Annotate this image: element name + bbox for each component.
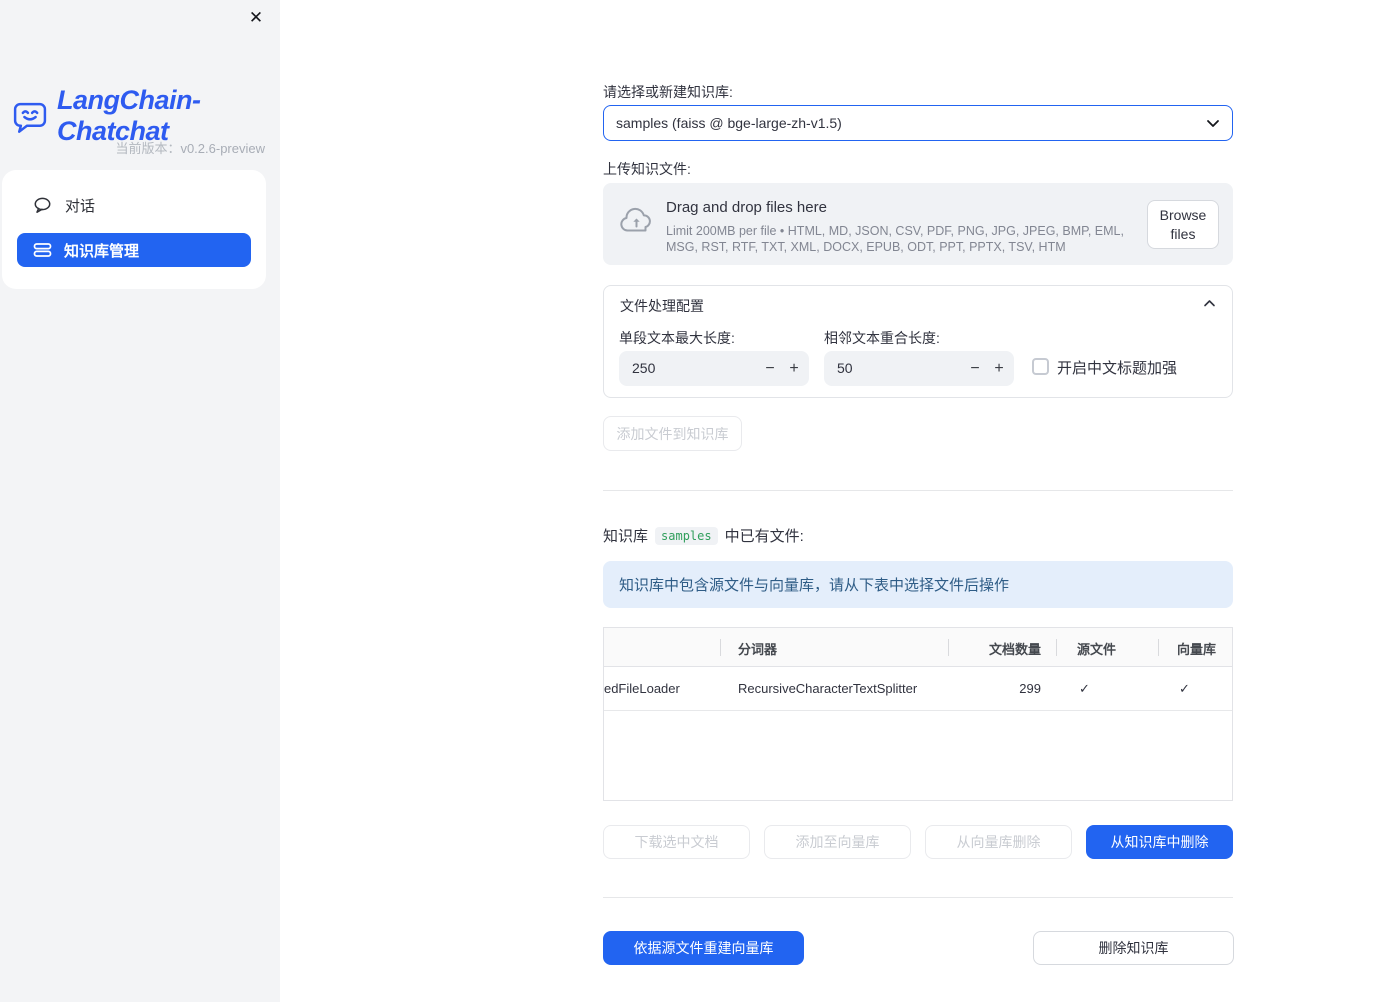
zh-title-enhance-label: 开启中文标题加强: [1057, 360, 1178, 377]
info-alert: 知识库中包含源文件与向量库，请从下表中选择文件后操作: [603, 561, 1233, 608]
kb-select-label: 请选择或新建知识库:: [603, 84, 733, 100]
kb-files-suffix: 中已有文件:: [724, 528, 804, 545]
sidebar-menu: 对话 知识库管理: [2, 170, 266, 289]
chunk-overlap-increment-button[interactable]: +: [986, 351, 1012, 386]
table-header-row: [604, 628, 1232, 667]
cloud-upload-icon: [618, 207, 655, 235]
version-label: 当前版本：: [115, 141, 181, 156]
delete-kb-entirely-button[interactable]: 删除知识库: [1033, 931, 1234, 965]
sidebar-close-button[interactable]: ✕: [245, 7, 267, 29]
sidebar: ✕ LangChain-Chatchat 当前版本：v0.2.6-preview: [0, 0, 280, 1002]
chunk-overlap-label: 相邻文本重合长度:: [824, 330, 940, 346]
chunk-size-decrement-button[interactable]: −: [757, 351, 783, 386]
column-separator: [720, 639, 721, 656]
chunk-size-label: 单段文本最大长度:: [619, 330, 735, 346]
rebuild-vector-store-button[interactable]: 依据源文件重建向量库: [603, 931, 804, 965]
knowledge-base-icon: [33, 241, 52, 259]
add-files-to-kb-button[interactable]: 添加文件到知识库: [603, 416, 742, 451]
info-alert-text: 知识库中包含源文件与向量库，请从下表中选择文件后操作: [619, 577, 1010, 594]
kb-files-prefix: 知识库: [603, 528, 649, 545]
download-selected-docs-button[interactable]: 下载选中文档: [603, 825, 750, 859]
chunk-size-input[interactable]: 250 − +: [619, 351, 809, 386]
cell-splitter: RecursiveCharacterTextSplitter: [738, 681, 918, 696]
table-header-source: 源文件: [1077, 642, 1117, 657]
sidebar-item-label: 知识库管理: [64, 242, 140, 260]
add-to-vector-store-button[interactable]: 添加至向量库: [764, 825, 911, 859]
browse-files-button[interactable]: Browse files: [1147, 200, 1219, 249]
files-table[interactable]: 文档加载器 分词器 文档数量 源文件 向量库 UnstructuredFileL…: [603, 627, 1233, 801]
zh-title-enhance-checkbox[interactable]: [1032, 358, 1049, 375]
chevron-down-icon: [1206, 119, 1220, 128]
kb-select-value: samples (faiss @ bge-large-zh-v1.5): [616, 115, 842, 131]
vector-check-icon: ✓: [1179, 681, 1190, 696]
sidebar-item-label: 对话: [65, 197, 96, 215]
cell-doc-count: 299: [1019, 681, 1041, 696]
column-separator: [1056, 639, 1057, 656]
chunk-size-value: 250: [632, 360, 656, 376]
chevron-up-icon: [1203, 299, 1216, 307]
sidebar-item-knowledge-base[interactable]: 知识库管理: [17, 233, 251, 267]
divider: [603, 897, 1233, 898]
kb-select-dropdown[interactable]: samples (faiss @ bge-large-zh-v1.5): [603, 105, 1233, 141]
delete-from-kb-button[interactable]: 从知识库中删除: [1086, 825, 1233, 859]
chatchat-logo-icon: [11, 98, 48, 135]
row-divider: [604, 710, 1232, 711]
version-value: v0.2.6-preview: [180, 141, 265, 156]
chat-bubble-icon: [33, 196, 53, 215]
table-header-splitter: 分词器: [738, 642, 778, 657]
app-version: 当前版本：v0.2.6-preview: [115, 138, 265, 157]
delete-from-vector-store-button[interactable]: 从向量库删除: [925, 825, 1072, 859]
file-config-expander: 文件处理配置 单段文本最大长度: 250 − + 相邻文本重合长度: 50 − …: [603, 285, 1233, 398]
column-separator: [948, 639, 949, 656]
sidebar-item-dialogue[interactable]: 对话: [17, 188, 251, 222]
column-separator: [1158, 639, 1159, 656]
upload-label: 上传知识文件:: [603, 161, 691, 177]
table-header-doc-count: 文档数量: [988, 642, 1041, 657]
chunk-overlap-decrement-button[interactable]: −: [962, 351, 988, 386]
file-dropzone[interactable]: Drag and drop files here Limit 200MB per…: [603, 183, 1233, 265]
app: ✕ LangChain-Chatchat 当前版本：v0.2.6-preview: [0, 0, 1380, 1002]
expander-title: 文件处理配置: [620, 298, 704, 314]
kb-name-code: samples: [655, 526, 718, 545]
table-header-vector: 向量库: [1177, 642, 1217, 657]
dropzone-title: Drag and drop files here: [666, 199, 827, 216]
chunk-size-increment-button[interactable]: +: [781, 351, 807, 386]
chunk-overlap-input[interactable]: 50 − +: [824, 351, 1014, 386]
source-check-icon: ✓: [1079, 681, 1090, 696]
chunk-overlap-value: 50: [837, 360, 853, 376]
kb-files-heading: 知识库 samples 中已有文件:: [603, 525, 804, 546]
divider: [603, 490, 1233, 491]
cell-loader: UnstructuredFileLoader: [603, 681, 680, 696]
expander-header[interactable]: 文件处理配置: [604, 286, 1232, 323]
dropzone-limit-text: Limit 200MB per file • HTML, MD, JSON, C…: [666, 224, 1124, 254]
